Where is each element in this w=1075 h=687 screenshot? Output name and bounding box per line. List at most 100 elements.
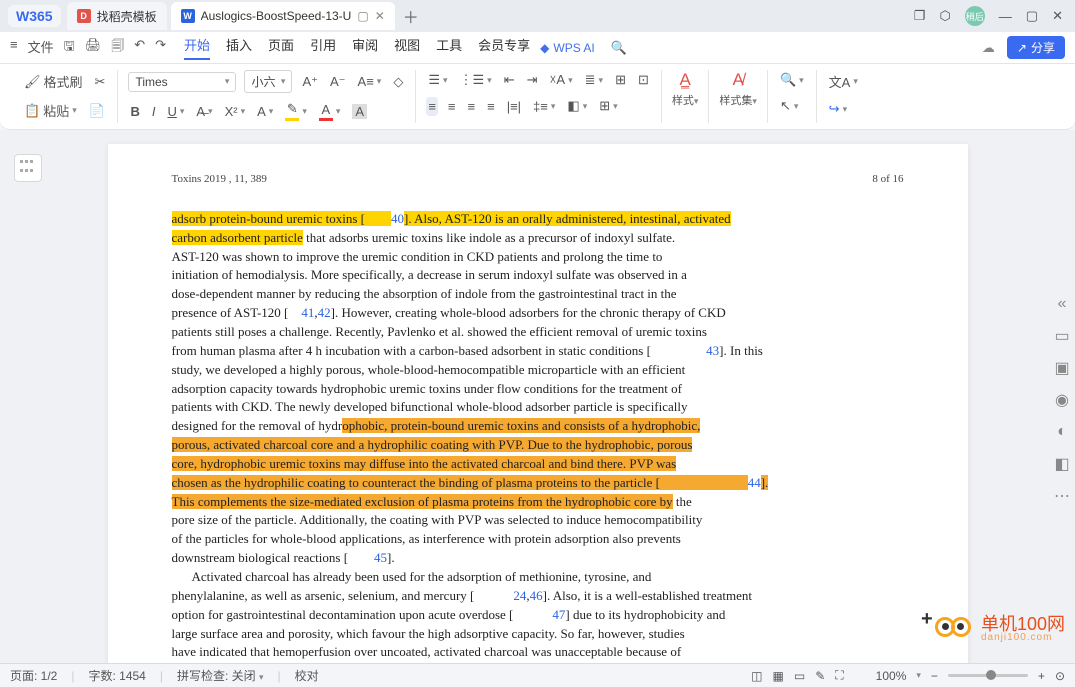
number-list-icon[interactable]: ⋮☰▾: [458, 70, 494, 90]
decrease-indent-icon[interactable]: ⇤: [502, 70, 517, 90]
bold-icon[interactable]: B: [128, 102, 141, 121]
new-tab-button[interactable]: ＋: [399, 4, 423, 28]
line-spacing-icon[interactable]: ‡≡▾: [531, 97, 557, 116]
preview-icon[interactable]: 🗐: [111, 37, 124, 59]
distribute-icon[interactable]: |≡|: [505, 97, 523, 116]
sidebar-prop-icon[interactable]: ◧: [1053, 455, 1071, 473]
zoom-in-icon[interactable]: +: [1038, 669, 1045, 683]
border-icon[interactable]: ⊞▾: [597, 96, 619, 116]
text-direction-icon[interactable]: ☓A▾: [548, 70, 575, 90]
show-marks-icon[interactable]: ⊡: [636, 70, 651, 90]
doc-icon: W: [181, 9, 195, 23]
tab-document-active[interactable]: W Auslogics-BoostSpeed-13-U ▢ ✕: [171, 2, 395, 30]
char-shading-icon[interactable]: A: [350, 102, 369, 121]
find-icon[interactable]: 🔍▾: [778, 70, 806, 90]
cloud-sync-icon[interactable]: ☁: [982, 40, 995, 56]
clear-format-icon[interactable]: ◇: [391, 72, 405, 92]
share-button[interactable]: ↗ 分享: [1007, 36, 1065, 59]
dropdown-icon[interactable]: ▢: [357, 9, 368, 23]
font-color-icon[interactable]: A▾: [317, 100, 343, 123]
text-effect-icon[interactable]: A▾: [255, 102, 275, 121]
text-tools-icon[interactable]: 文A▾: [827, 70, 860, 93]
restore-icon[interactable]: ❐: [914, 8, 926, 24]
sidebar-more-icon[interactable]: ⋯: [1053, 487, 1071, 505]
zoom-slider[interactable]: [948, 674, 1028, 677]
tab-start[interactable]: 开始: [184, 35, 210, 60]
zoom-level[interactable]: 100%: [876, 669, 907, 683]
tab-tools[interactable]: 工具: [436, 35, 462, 60]
view-mode-page-icon[interactable]: ▦: [773, 669, 784, 683]
tab-page[interactable]: 页面: [268, 35, 294, 60]
fit-page-icon[interactable]: ⊙: [1055, 669, 1065, 683]
view-mode-read-icon[interactable]: ✎: [815, 669, 825, 683]
shading-icon[interactable]: ◧▾: [565, 96, 589, 116]
document-page[interactable]: Toxins 2019 , 11, 389 8 of 16 adsorb pro…: [108, 144, 968, 669]
status-page[interactable]: 页面: 1/2: [10, 667, 57, 684]
underline-icon[interactable]: U▾: [165, 102, 186, 121]
print-icon[interactable]: 🖨: [85, 37, 102, 59]
tab-review[interactable]: 审阅: [352, 35, 378, 60]
status-proofread[interactable]: 校对: [295, 667, 319, 684]
font-family-select[interactable]: Times▾: [128, 72, 236, 92]
strikethrough-icon[interactable]: A̶▾: [194, 102, 214, 121]
package-icon[interactable]: ⬡: [939, 8, 950, 24]
style-dropdown[interactable]: A͇样式▾: [672, 70, 699, 108]
select-icon[interactable]: ↖▾: [778, 96, 800, 116]
tab-reference[interactable]: 引用: [310, 35, 336, 60]
settings-icon[interactable]: ↪▾: [827, 99, 849, 119]
save-icon[interactable]: 🖫: [64, 37, 75, 59]
status-spellcheck[interactable]: 拼写检查: 关闭 ▾: [177, 667, 264, 684]
sidebar-history-icon[interactable]: ◐: [1053, 423, 1071, 441]
font-increase-icon[interactable]: A⁺: [300, 72, 320, 92]
close-tab-icon[interactable]: ✕: [375, 9, 385, 23]
font-decrease-icon[interactable]: A⁻: [328, 72, 348, 92]
change-case-icon[interactable]: A≡▾: [356, 72, 384, 91]
sidebar-thumb-icon[interactable]: ▣: [1053, 359, 1071, 377]
tab-insert[interactable]: 插入: [226, 35, 252, 60]
align-right-icon[interactable]: ≡: [466, 97, 478, 116]
file-menu[interactable]: 文件: [28, 37, 54, 59]
ruler-handle[interactable]: [14, 154, 42, 182]
cut-icon[interactable]: ✂: [93, 72, 108, 92]
close-window-icon[interactable]: ✕: [1052, 8, 1063, 24]
sidebar-nav-icon[interactable]: ▭: [1053, 327, 1071, 345]
bullet-list-icon[interactable]: ☰▾: [426, 70, 449, 90]
redo-icon[interactable]: ↷: [155, 37, 166, 59]
view-mode-web-icon[interactable]: ▭: [794, 669, 805, 683]
maximize-icon[interactable]: ▢: [1026, 8, 1038, 24]
tab-label: Auslogics-BoostSpeed-13-U: [201, 9, 352, 23]
align-justify-icon[interactable]: ≡: [485, 97, 497, 116]
menu-icon[interactable]: ≡: [10, 37, 18, 59]
header-journal: Toxins 2019 , 11, 389: [172, 172, 267, 188]
align-center-icon[interactable]: ≡: [446, 97, 458, 116]
highlight-color-icon[interactable]: ✎▾: [283, 99, 309, 123]
align-left-icon[interactable]: ≡: [426, 97, 438, 116]
status-wordcount[interactable]: 字数: 1454: [88, 667, 145, 684]
superscript-icon[interactable]: X²▾: [223, 102, 248, 121]
zoom-out-icon[interactable]: −: [931, 669, 938, 683]
tab-docer[interactable]: D 找稻壳模板: [67, 2, 167, 30]
sidebar-fold-icon[interactable]: «: [1053, 295, 1071, 313]
paste-button[interactable]: 📋 粘贴 ▾: [22, 99, 79, 122]
search-icon[interactable]: 🔍: [611, 40, 627, 56]
styleset-dropdown[interactable]: A̸样式集▾: [719, 70, 757, 108]
font-size-select[interactable]: 小六▾: [244, 70, 292, 93]
view-mode-full-icon[interactable]: ⛶: [835, 668, 843, 683]
increase-indent-icon[interactable]: ⇥: [525, 70, 540, 90]
user-avatar[interactable]: 稍后: [965, 6, 985, 26]
view-mode-outline-icon[interactable]: ◫: [751, 669, 762, 683]
copy-icon[interactable]: 📄: [87, 101, 107, 121]
sidebar-comment-icon[interactable]: ◉: [1053, 391, 1071, 409]
italic-icon[interactable]: I: [150, 102, 158, 121]
line-spacing-top-icon[interactable]: ≣▾: [583, 70, 605, 90]
table-icon[interactable]: ⊞: [613, 70, 628, 90]
tab-member[interactable]: 会员专享: [478, 35, 530, 60]
docer-icon: D: [77, 9, 91, 23]
minimize-icon[interactable]: —: [999, 9, 1012, 24]
wps-ai-button[interactable]: ◆WPS AI: [540, 41, 595, 55]
tab-view[interactable]: 视图: [394, 35, 420, 60]
format-painter-button[interactable]: 🖌 格式刷: [22, 70, 85, 93]
app-logo[interactable]: W365: [8, 5, 61, 27]
header-pagenum: 8 of 16: [872, 172, 903, 188]
undo-icon[interactable]: ↶: [134, 37, 145, 59]
